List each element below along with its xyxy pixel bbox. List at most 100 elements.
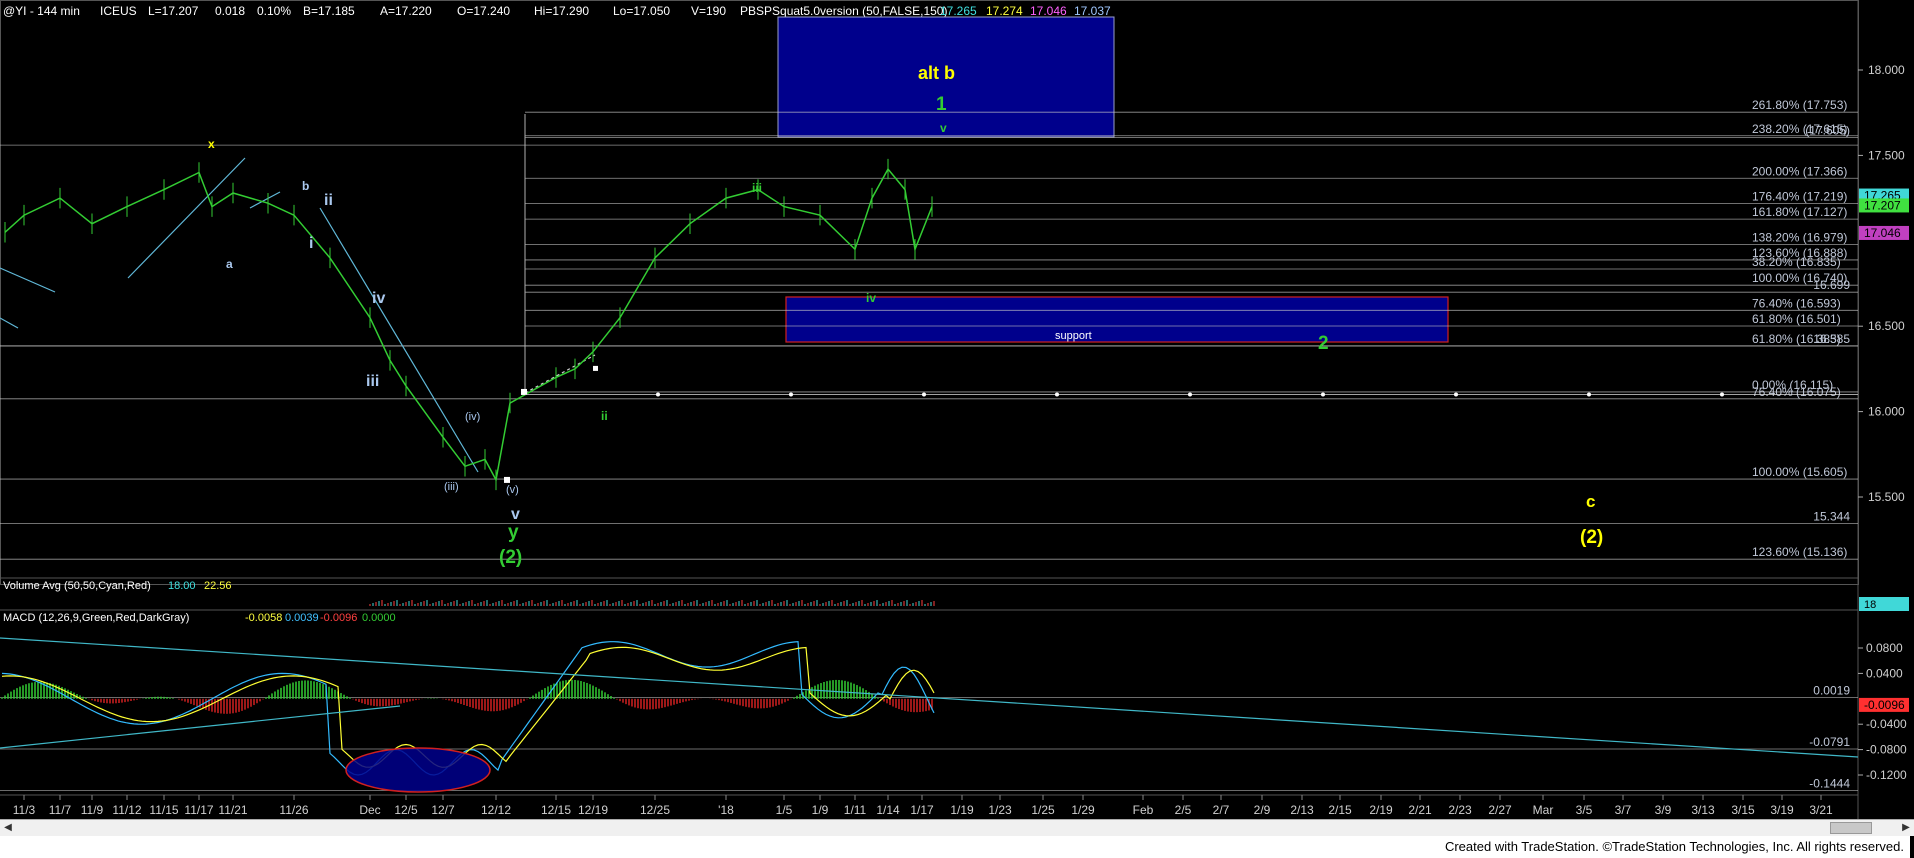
zone-support xyxy=(785,296,1449,343)
wave-paren-v: (v) xyxy=(506,484,519,496)
fib-label: 61.80% (16.501) xyxy=(1752,312,1841,326)
header-ask: A=17.220 xyxy=(380,4,432,18)
x-tick-label: 3/7 xyxy=(1615,803,1632,817)
x-tick-label: 2/13 xyxy=(1290,803,1314,817)
fib-label: 76.40% (16.075) xyxy=(1752,385,1841,399)
header-symbol: @YI - 144 min xyxy=(3,4,80,18)
header-low: Lo=17.050 xyxy=(613,4,670,18)
trendline-c xyxy=(0,317,19,329)
wave-2-green: 2 xyxy=(1318,333,1329,354)
scroll-left-icon[interactable]: ◀ xyxy=(0,820,16,836)
x-tick-label: 11/15 xyxy=(149,803,178,817)
wave-2-paren-yellow: (2) xyxy=(1580,527,1603,548)
horizontal-scrollbar[interactable]: ◀ ▶ xyxy=(0,819,1914,836)
x-tick-label: 3/13 xyxy=(1691,803,1715,817)
x-tick-label: 2/7 xyxy=(1213,803,1230,817)
x-tick-label: Dec xyxy=(359,803,380,817)
scroll-right-icon[interactable]: ▶ xyxy=(1898,820,1914,836)
projection-dot xyxy=(789,392,793,397)
header-last: L=17.207 xyxy=(148,4,199,18)
projection-dot xyxy=(1720,392,1724,397)
x-tick-label: 11/3 xyxy=(13,803,36,817)
x-tick-label: 1/5 xyxy=(776,803,793,817)
volume-v1: 18.00 xyxy=(168,580,196,592)
macd-v3: -0.0096 xyxy=(320,612,357,624)
header: @YI - 144 min ICEUS L=17.207 0.018 0.10%… xyxy=(3,4,1111,18)
volume-label: Volume Avg (50,50,Cyan,Red) xyxy=(3,580,151,592)
header-high: Hi=17.290 xyxy=(534,4,589,18)
macd-tick-label: 0.0800 xyxy=(1866,641,1903,655)
macd-v1: -0.0058 xyxy=(245,612,282,624)
x-tick-label: 12/19 xyxy=(578,803,608,817)
x-tick-label: 1/14 xyxy=(876,803,900,817)
header-open: O=17.240 xyxy=(457,4,510,18)
x-tick-label: 11/26 xyxy=(279,803,308,817)
macd-v4: 0.0000 xyxy=(362,612,396,624)
projection-dot xyxy=(1188,392,1192,397)
wave-iv-blue: iv xyxy=(372,290,385,307)
macd-flag-label: -0.0096 xyxy=(1864,698,1905,712)
macd-tick-label: -0.0400 xyxy=(1866,717,1907,731)
x-tick-label: 1/25 xyxy=(1031,803,1055,817)
scroll-thumb[interactable] xyxy=(1830,822,1872,834)
fib-label: 138.20% (16.979) xyxy=(1752,230,1847,244)
wave-ii-blue: ii xyxy=(324,192,333,209)
x-tick-label: 12/15 xyxy=(541,803,571,817)
fib-label: 15.344 xyxy=(1813,510,1850,524)
fib-label: 16.699 xyxy=(1813,278,1850,292)
wave-1: 1 xyxy=(936,94,947,115)
x-tick-label: 12/12 xyxy=(481,803,511,817)
footer: Created with TradeStation. ©TradeStation… xyxy=(0,836,1910,858)
header-ind-v1: 17.265 xyxy=(940,4,977,18)
fib-label: 38.20% (16.835) xyxy=(1752,255,1841,269)
x-tick-label: 12/5 xyxy=(394,803,418,817)
x-tick-label: 2/21 xyxy=(1408,803,1432,817)
price-tick-label: 17.500 xyxy=(1868,148,1905,162)
macd-tick-label: -0.0800 xyxy=(1866,743,1907,757)
macd-v2: 0.0039 xyxy=(285,612,319,624)
x-tick-label: 1/23 xyxy=(988,803,1012,817)
projection-dot xyxy=(1587,392,1591,397)
wave-ii-green: ii xyxy=(601,409,608,423)
date-axis: 11/3 11/7 11/9 11/12 11/15 11/17 11/21 11/26 Dec… xyxy=(13,795,1833,817)
x-tick-label: 1/11 xyxy=(844,803,867,817)
header-ind-v3: 17.046 xyxy=(1030,4,1067,18)
macd-tick-label: 0.0400 xyxy=(1866,666,1903,680)
x-tick-label: 11/7 xyxy=(49,803,72,817)
x-tick-label: 2/27 xyxy=(1488,803,1512,817)
macd-levels xyxy=(0,697,1858,791)
volume-axis-value: 18 xyxy=(1864,599,1876,611)
fib-label: 100.00% (15.605) xyxy=(1752,465,1847,479)
zones: support xyxy=(777,16,1449,343)
x-tick-label: 2/23 xyxy=(1448,803,1472,817)
trendline-decline xyxy=(319,207,479,473)
fib-label: 200.00% (17.366) xyxy=(1752,164,1847,178)
wave-iv-green: iv xyxy=(866,291,876,305)
wave-alt-b: alt b xyxy=(918,63,955,83)
macd-highlight-ellipse xyxy=(345,747,491,793)
wave-paren-iii: (iii) xyxy=(444,481,459,493)
header-chg: 0.018 xyxy=(215,4,245,18)
x-tick-label: 1/9 xyxy=(812,803,829,817)
header-exchange: ICEUS xyxy=(100,4,137,18)
x-tick-label: 1/29 xyxy=(1071,803,1095,817)
x-tick-label: 3/5 xyxy=(1576,803,1593,817)
projection-dot xyxy=(922,392,926,397)
x-tick-label: Mar xyxy=(1533,803,1554,817)
start-marker xyxy=(521,388,527,395)
x-tick-label: 11/9 xyxy=(81,803,104,817)
x-tick-label: 1/19 xyxy=(950,803,974,817)
wave-iii-blue: iii xyxy=(366,373,379,390)
price-axis: 18.00017.50016.50016.00015.50017.26517.2… xyxy=(1858,63,1909,504)
price-flag-label: 17.207 xyxy=(1864,198,1901,212)
x-tick-label: '18 xyxy=(718,803,734,817)
x-tick-label: 2/15 xyxy=(1328,803,1352,817)
x-tick-label: 11/21 xyxy=(218,803,247,817)
wave-i-blue: i xyxy=(309,235,313,252)
fib-label: (17.605) xyxy=(1805,123,1850,137)
macd-tick-label: -0.1200 xyxy=(1866,768,1907,782)
low-marker xyxy=(504,476,510,483)
mid-marker xyxy=(593,365,598,371)
macd-histogram xyxy=(1,679,933,714)
x-tick-label: 2/5 xyxy=(1175,803,1192,817)
